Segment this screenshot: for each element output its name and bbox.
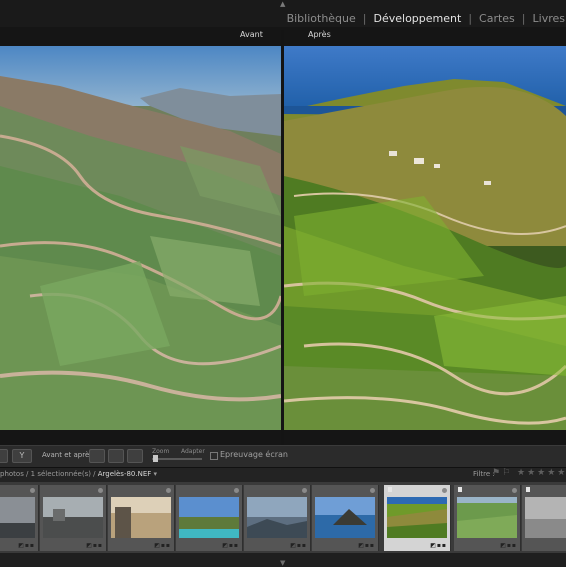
thumbnail-edit-icons: ◩▪▪ [86,542,103,549]
swap-before-after-button[interactable] [127,449,143,463]
thumbnail-image [247,497,307,538]
thumbnail-badge-icon [98,488,103,493]
filter-icons[interactable]: ⚑⚐ ★★★★★ [492,468,566,478]
thumbnail-badge-icon [370,488,375,493]
module-map[interactable]: Cartes [478,12,516,25]
thumbnail-edit-icons: ◩▪▪ [290,542,307,549]
thumbnail-image [387,497,447,538]
fit-label: Adapter [181,448,205,455]
thumbnail-edit-icons: ◩▪▪ [430,542,447,549]
after-photo[interactable] [284,46,566,430]
filmstrip-thumbnail[interactable]: ◩▪▪ [0,485,39,551]
star-filter-icon[interactable]: ★★★★★ [517,468,566,478]
pick-flag-icon[interactable] [526,487,530,492]
thumbnail-badge-icon [30,488,35,493]
softproof-checkbox[interactable] [210,452,218,460]
filmstrip-thumbnail[interactable]: ◩▪▪ [108,485,175,551]
before-photo[interactable] [0,46,281,430]
thumbnail-image [179,497,239,538]
after-label: Après [308,30,331,39]
filmstrip-filename: Argelès-80.NEF [97,470,152,478]
module-picker: Bibliothèque | Développement | Cartes | Liv… [286,10,566,26]
pick-flag-icon[interactable] [388,487,392,492]
thumbnail-edit-icons: ◩▪▪ [358,542,375,549]
collapse-top-arrow-icon[interactable]: ▲ [280,0,285,8]
thumbnail-badge-icon [302,488,307,493]
filmstrip-thumbnail[interactable]: ◩▪▪ [454,485,521,551]
softproof-label: Epreuvage écran [220,450,288,459]
filmstrip-thumbnail[interactable]: ◩▪▪ [40,485,107,551]
zoom-label: Zoom [152,448,170,455]
thumbnail-edit-icons: ◩▪▪ [500,542,517,549]
thumbnail-badge-icon [166,488,171,493]
thumbnail-image [525,497,566,538]
zoom-slider[interactable] [152,458,202,460]
filmstrip-thumbnail[interactable]: ◩▪▪ [312,485,379,551]
pick-flag-icon[interactable] [458,487,462,492]
thumbnail-edit-icons: ◩▪▪ [222,542,239,549]
filmstrip-thumbnail[interactable] [522,485,566,551]
module-separator: | [468,11,473,25]
thumbnail-edit-icons: ◩▪▪ [18,542,35,549]
thumbnail-edit-icons: ◩▪▪ [154,542,171,549]
filmstrip-thumbnail[interactable]: ◩▪▪ [176,485,243,551]
before-after-view-button[interactable]: Y [12,449,32,463]
loupe-view-button[interactable] [0,449,8,463]
copy-after-to-before-button[interactable] [108,449,124,463]
module-library[interactable]: Bibliothèque [286,12,357,25]
thumbnail-image [0,497,35,538]
zoom-slider-knob[interactable] [153,455,158,462]
thumbnail-image [315,497,375,538]
module-develop[interactable]: Développement [373,12,463,25]
filmstrip-source[interactable]: photos / 1 sélectionnée(s) / Argelès-80.… [0,470,157,478]
thumbnail-badge-icon [512,488,517,493]
filmstrip-thumbnail-selected[interactable]: ◩▪▪ [384,485,451,551]
filmstrip-thumbnail[interactable]: ◩▪▪ [244,485,311,551]
module-book[interactable]: Livres [532,12,566,25]
thumbnail-image [43,497,103,538]
filmstrip-source-path: photos / 1 sélectionnée(s) / [0,470,96,478]
module-separator: | [521,11,526,25]
module-separator: | [362,11,367,25]
thumbnail-image [457,497,517,538]
thumbnail-badge-icon [442,488,447,493]
thumbnail-badge-icon [234,488,239,493]
thumbnail-image [111,497,171,538]
copy-before-to-after-button[interactable] [89,449,105,463]
flag-filter-icon[interactable]: ⚑⚐ [492,468,512,478]
before-label: Avant [240,30,263,39]
